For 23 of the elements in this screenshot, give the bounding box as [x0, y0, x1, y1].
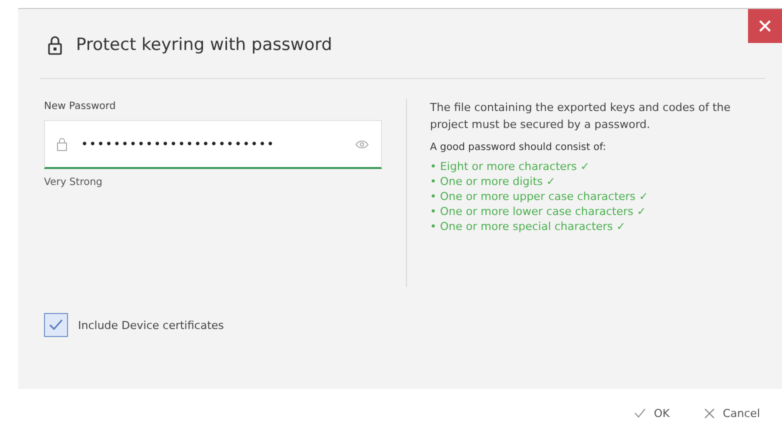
requirements-heading: A good password should consist of:	[430, 142, 607, 153]
requirement-item: • Eight or more characters ✓	[430, 159, 591, 174]
dialog-title: Protect keyring with password	[76, 35, 332, 55]
ok-button[interactable]: OK	[630, 402, 674, 424]
close-icon	[704, 408, 715, 418]
checkbox[interactable]	[44, 313, 68, 337]
cancel-button[interactable]: Cancel	[700, 402, 764, 424]
masked-password: ••••••••••••••••••••••••	[81, 137, 275, 151]
requirement-item: • One or more digits ✓	[430, 174, 556, 189]
check-icon	[49, 319, 63, 331]
info-text: The file containing the exported keys and codes of the project must be secured by a password.	[430, 100, 732, 133]
close-icon[interactable]	[748, 9, 782, 43]
check-icon	[634, 408, 646, 418]
requirement-item: • One or more lower case characters ✓	[430, 204, 648, 219]
checkbox-label: Include Device certificates	[78, 318, 224, 332]
password-field[interactable]: ••••••••••••••••••••••••	[44, 120, 382, 169]
eye-icon[interactable]	[355, 140, 369, 148]
field-label: New Password	[44, 101, 117, 112]
requirement-item: • One or more special characters ✓	[430, 219, 627, 234]
requirement-item: • One or more upper case characters ✓	[430, 189, 650, 204]
padlock-icon	[57, 137, 67, 151]
strength-label: Very Strong	[44, 177, 104, 188]
padlock-icon	[48, 35, 62, 55]
